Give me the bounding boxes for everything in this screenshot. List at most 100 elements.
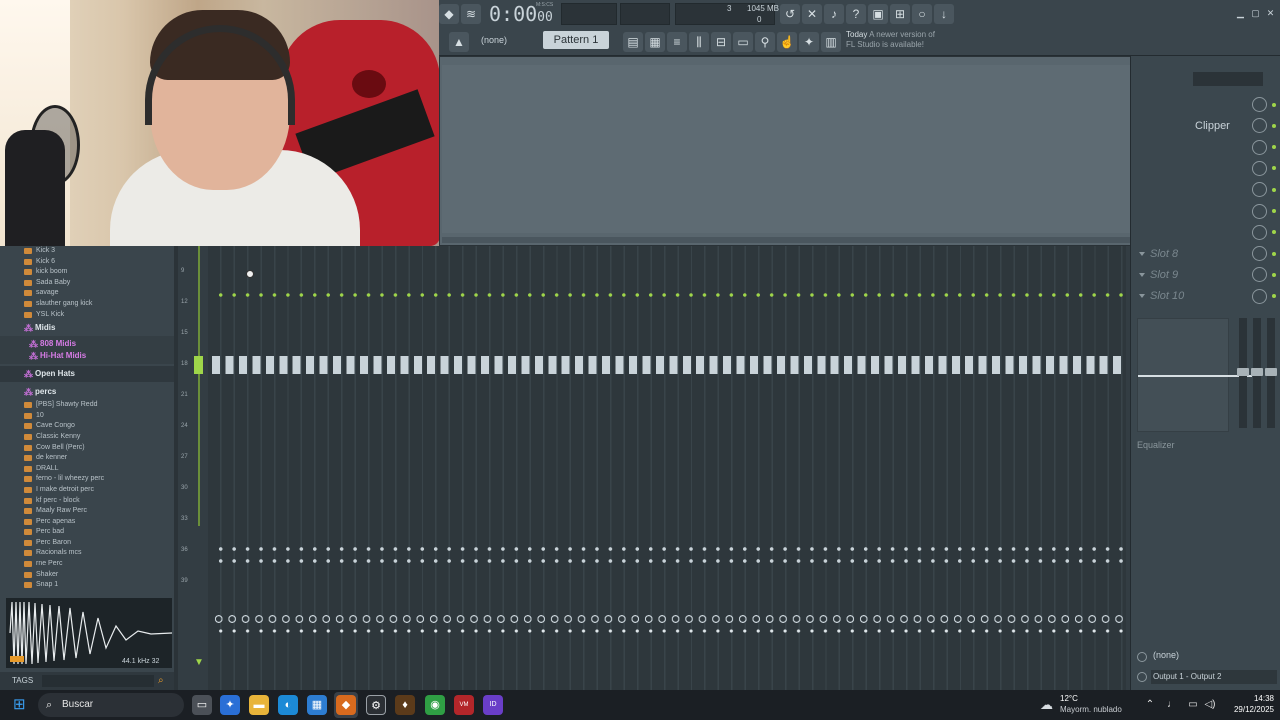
effect-slot[interactable] <box>1135 137 1277 158</box>
effect-slot[interactable]: Slot 9 <box>1135 264 1277 285</box>
browser-file-item[interactable]: Shaker <box>0 570 174 581</box>
mixer-strip-area[interactable]: 9 12 15 18 21 24 27 30 33 36 39 ▼ <box>178 246 1130 690</box>
browser-file-item[interactable]: [PBS] Shawty Redd <box>0 400 174 411</box>
browser-file-item[interactable]: kick boom <box>0 267 174 278</box>
slot-mix-knob[interactable] <box>1252 182 1267 198</box>
slot-mix-knob[interactable] <box>1252 288 1267 304</box>
task-view-icon[interactable]: ▭ <box>192 695 212 715</box>
touch-keyboard-icon[interactable]: ☝ <box>777 32 797 52</box>
browser-file-item[interactable]: savage <box>0 288 174 299</box>
file-explorer-icon[interactable]: ▬ <box>249 695 269 715</box>
effect-slot[interactable]: Slot 8 <box>1135 243 1277 264</box>
slot-enable-led[interactable] <box>1272 102 1276 107</box>
pattern-select[interactable]: Pattern 1 <box>543 31 609 49</box>
track-send-dots[interactable] <box>214 628 1124 634</box>
browser-file-item[interactable]: Perc Baron <box>0 538 174 549</box>
slot-enable-led[interactable] <box>1272 145 1276 150</box>
eq-fader-mid[interactable] <box>1251 318 1263 428</box>
slot-mix-knob[interactable] <box>1252 224 1267 240</box>
equalizer-display[interactable] <box>1137 318 1252 432</box>
browser-file-item[interactable]: Perc apenas <box>0 517 174 528</box>
undo-icon[interactable]: ↺ <box>780 4 800 24</box>
browser-file-item[interactable]: I make detroit perc <box>0 485 174 496</box>
slot-enable-led[interactable] <box>1272 123 1276 128</box>
effect-slot[interactable]: Slot 10 <box>1135 286 1277 307</box>
scroll-down-icon[interactable]: ▼ <box>194 658 204 668</box>
browser-file-item[interactable]: Kick 3 <box>0 246 174 257</box>
slot-enable-led[interactable] <box>1272 166 1276 171</box>
playlist-window[interactable] <box>439 56 1191 246</box>
browser-file-item[interactable]: Maaly Raw Perc <box>0 506 174 517</box>
folder-percs[interactable]: ⁂ percs <box>0 384 174 400</box>
browser-file-item[interactable]: rne Perc <box>0 559 174 570</box>
chevron-up-icon[interactable]: ⌃ <box>1143 698 1157 712</box>
windows-start-icon[interactable]: ⊞ <box>13 697 29 713</box>
track-routing-arrows[interactable] <box>214 544 1124 554</box>
taskbar-clock[interactable]: 14:38 29/12/2025 <box>1228 693 1274 715</box>
mixer-window-icon[interactable]: ⫼ <box>689 32 709 52</box>
slot-enable-led[interactable] <box>1272 294 1276 299</box>
slot-mix-knob[interactable] <box>1252 118 1267 134</box>
voicemeeter-icon[interactable]: VM <box>454 695 474 715</box>
chat-icon[interactable]: ○ <box>912 4 932 24</box>
effect-slot[interactable] <box>1135 179 1277 200</box>
folder-midis[interactable]: ⁂ Midis <box>0 320 174 336</box>
slot-enable-led[interactable] <box>1272 187 1276 192</box>
browser-file-item[interactable]: Snap 1 <box>0 580 174 591</box>
slot-mix-knob[interactable] <box>1252 267 1267 283</box>
search-icon[interactable]: ⌕ <box>158 675 170 687</box>
browser-icon[interactable]: ▭ <box>733 32 753 52</box>
track-pan-knobs[interactable] <box>212 614 1124 624</box>
plugin-picker-icon[interactable]: ⊟ <box>711 32 731 52</box>
browser-file-item[interactable]: DRALL <box>0 464 174 475</box>
browser-file-item[interactable]: de kenner <box>0 453 174 464</box>
browser-file-item[interactable]: 10 <box>0 411 174 422</box>
track-routing-buttons[interactable] <box>214 556 1124 566</box>
browser-file-item[interactable]: ferno - lil wheezy perc <box>0 474 174 485</box>
folder-open-hats[interactable]: ⁂ Open Hats <box>0 366 174 383</box>
close-icon[interactable]: ✕ <box>1265 8 1276 19</box>
browser-file-item[interactable]: Classic Kenny <box>0 432 174 443</box>
plug-icon[interactable]: ⚲ <box>755 32 775 52</box>
playlist-icon[interactable]: ▤ <box>623 32 643 52</box>
settings-icon[interactable]: ⚙ <box>366 695 386 715</box>
slot-enable-led[interactable] <box>1272 209 1276 213</box>
slot-enable-led[interactable] <box>1272 251 1276 256</box>
browser-file-item[interactable]: kf perc - block <box>0 496 174 507</box>
record-mic-icon[interactable]: ♪ <box>824 4 844 24</box>
output-select[interactable]: Output 1 - Output 2 <box>1151 670 1277 684</box>
slot-mix-knob[interactable] <box>1252 139 1267 155</box>
browser-file-item[interactable]: Sada Baby <box>0 278 174 289</box>
eq-fader-low[interactable] <box>1237 318 1249 428</box>
browser-file-item[interactable]: YSL Kick <box>0 310 174 321</box>
browser-file-item[interactable]: Perc bad <box>0 527 174 538</box>
folder-hihat-midis[interactable]: ⁂ Hi-Hat Midis <box>0 348 174 365</box>
minimize-icon[interactable]: ▁ <box>1235 8 1246 19</box>
track-leds[interactable] <box>214 292 1124 298</box>
news-icon[interactable]: ▥ <box>821 32 841 52</box>
effect-slot[interactable] <box>1135 222 1277 243</box>
news-panel[interactable]: Today A newer version of FL Studio is av… <box>846 30 946 50</box>
browser-file-item[interactable]: Racionals mcs <box>0 548 174 559</box>
master-fader[interactable] <box>194 356 203 374</box>
play-icon[interactable]: ◆ <box>439 4 459 24</box>
save-icon[interactable]: ▣ <box>868 4 888 24</box>
eq-fader-high[interactable] <box>1265 318 1277 428</box>
maximize-icon[interactable]: ▢ <box>1250 8 1261 19</box>
slot-mix-knob[interactable] <box>1252 246 1267 262</box>
effect-slot[interactable]: Clipper <box>1135 115 1277 136</box>
effect-slot[interactable] <box>1135 94 1277 115</box>
obs-icon[interactable]: ID <box>483 695 503 715</box>
slot-mix-knob[interactable] <box>1252 203 1267 219</box>
channel-rack-icon[interactable]: ≡ <box>667 32 687 52</box>
fl-studio-icon[interactable]: ◆ <box>336 695 356 715</box>
help-icon[interactable]: ? <box>846 4 866 24</box>
browser-file-item[interactable]: Cave Congo <box>0 421 174 432</box>
mixer-icon[interactable]: ⊞ <box>890 4 910 24</box>
slot-mix-knob[interactable] <box>1252 160 1267 176</box>
taskbar-search[interactable]: ⌕ Buscar <box>38 693 184 717</box>
playlist-canvas[interactable] <box>442 65 1188 233</box>
weather-widget[interactable]: ☁ 12°C Mayorm. nublado <box>1040 691 1140 719</box>
slot-enable-led[interactable] <box>1272 272 1276 277</box>
tags-input[interactable] <box>42 675 154 687</box>
